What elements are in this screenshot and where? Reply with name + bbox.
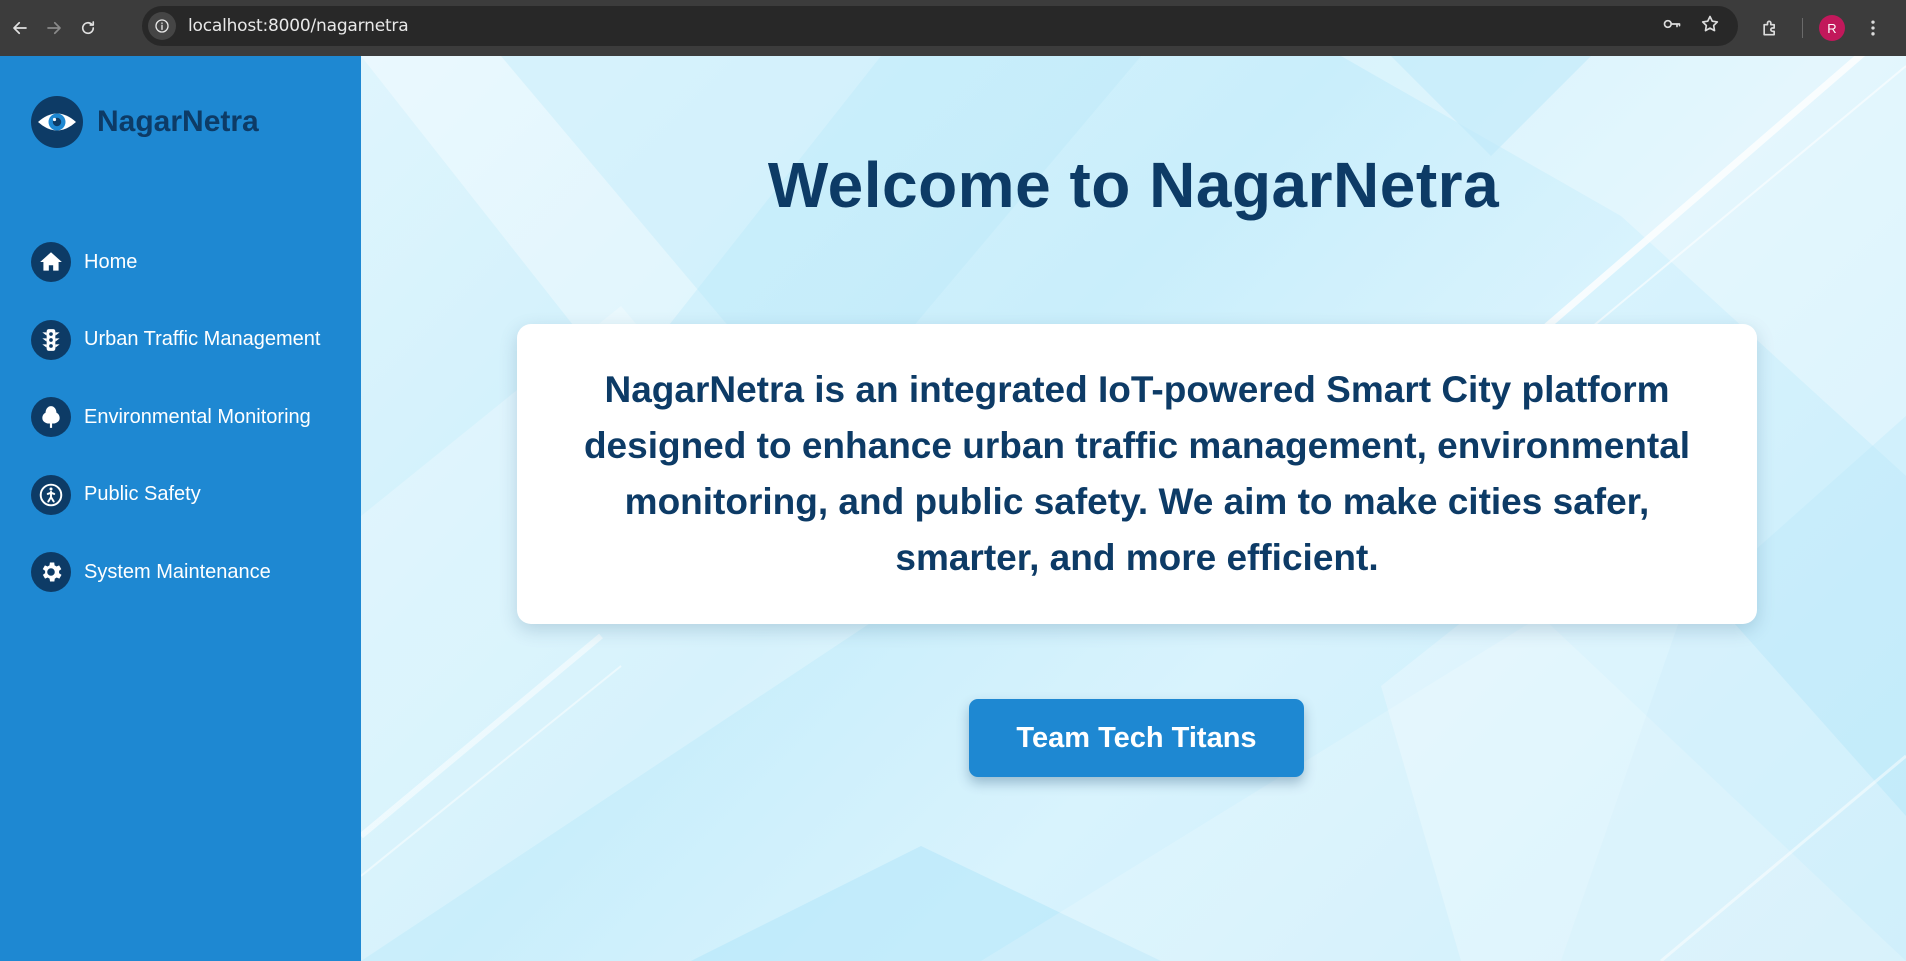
sidebar-item-label: Urban Traffic Management <box>84 328 321 350</box>
url-text[interactable]: localhost:8000/nagarnetra <box>188 16 409 36</box>
puzzle-icon <box>1763 20 1775 36</box>
address-bar[interactable]: localhost:8000/nagarnetra <box>142 6 1738 46</box>
pedestrian-icon <box>31 474 71 515</box>
traffic-light-icon <box>31 319 71 360</box>
sidebar-item-public-safety[interactable]: Public Safety <box>31 474 320 515</box>
brand-name: NagarNetra <box>97 105 259 138</box>
team-tech-titans-button[interactable]: Team Tech Titans <box>969 699 1304 777</box>
sidebar-item-home[interactable]: Home <box>31 242 320 282</box>
sidebar-item-urban-traffic-management[interactable]: Urban Traffic Management <box>31 319 321 360</box>
sidebar-item-label: Public Safety <box>84 483 201 505</box>
arrow-right-icon <box>47 21 61 35</box>
arrow-left-icon <box>13 21 27 35</box>
extensions-button[interactable] <box>1756 14 1784 42</box>
back-button[interactable] <box>6 14 34 42</box>
sidebar-item-label: Home <box>84 250 138 273</box>
sidebar-menu: Home Urban Traffic Management Environmen… <box>31 242 320 630</box>
sidebar-item-label: Environmental Monitoring <box>84 405 311 428</box>
sidebar: NagarNetra Home Urban Traffic Management… <box>0 56 361 961</box>
kebab-menu-icon <box>1871 20 1875 36</box>
reload-icon <box>81 21 95 35</box>
page-title: Welcome to NagarNetra <box>767 149 1500 221</box>
browser-toolbar: localhost:8000/nagarnetra R <box>0 0 1906 56</box>
main-content: Welcome to NagarNetra NagarNetra is an i… <box>361 56 1906 961</box>
description-card: NagarNetra is an integrated IoT-powered … <box>517 324 1757 624</box>
gear-icon <box>31 552 71 592</box>
sidebar-item-environmental-monitoring[interactable]: Environmental Monitoring <box>31 397 320 437</box>
toolbar-divider <box>1802 18 1803 38</box>
browser-menu-button[interactable] <box>1863 14 1883 42</box>
site-info-button[interactable] <box>148 12 176 40</box>
brand[interactable]: NagarNetra <box>31 96 259 148</box>
profile-avatar[interactable]: R <box>1819 15 1845 41</box>
platform-description: NagarNetra is an integrated IoT-powered … <box>583 369 1691 578</box>
eye-logo-icon <box>31 96 83 148</box>
sidebar-item-label: System Maintenance <box>84 560 271 583</box>
tree-icon <box>31 397 71 437</box>
reload-button[interactable] <box>74 14 102 42</box>
forward-button[interactable] <box>40 14 68 42</box>
home-icon <box>31 242 71 282</box>
password-key-icon[interactable] <box>1662 14 1682 39</box>
bookmark-star-icon[interactable] <box>1700 14 1720 39</box>
sidebar-item-system-maintenance[interactable]: System Maintenance <box>31 552 320 592</box>
info-icon <box>155 19 169 33</box>
